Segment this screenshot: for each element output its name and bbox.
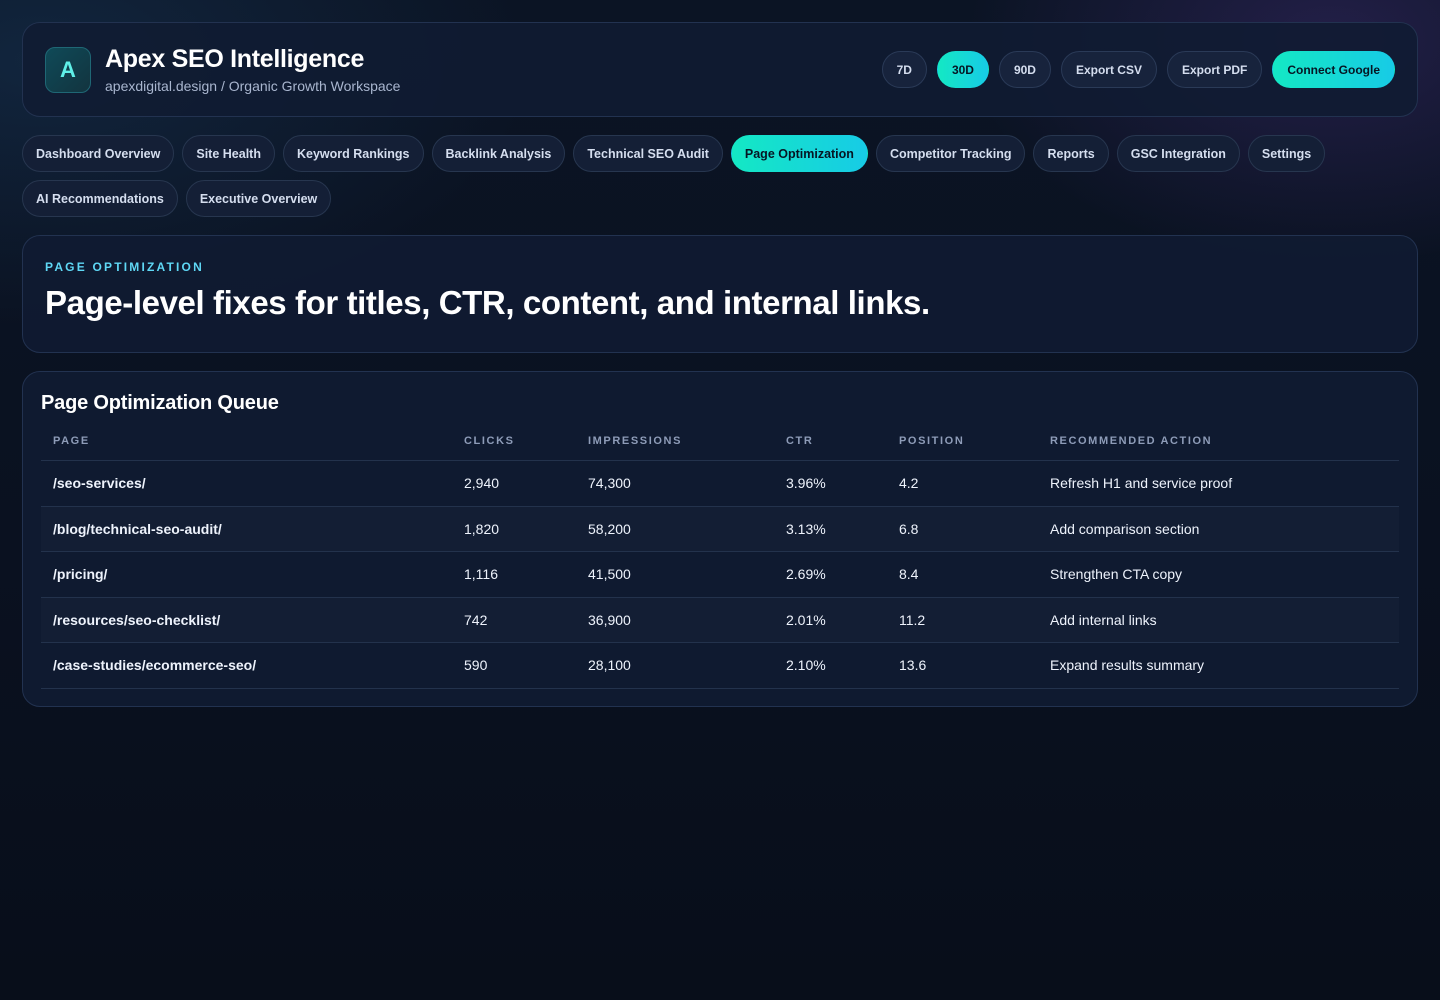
cell-page: /seo-services/: [41, 460, 452, 507]
table-row[interactable]: /blog/technical-seo-audit/ 1,820 58,200 …: [41, 506, 1399, 552]
workspace-subtitle: apexdigital.design / Organic Growth Work…: [105, 78, 401, 94]
tab-backlink-analysis[interactable]: Backlink Analysis: [431, 135, 566, 172]
optimization-queue-panel: Page Optimization Queue PAGE CLICKS IMPR…: [22, 371, 1418, 707]
app-header: A Apex SEO Intelligence apexdigital.desi…: [22, 22, 1418, 117]
optimization-table: PAGE CLICKS IMPRESSIONS CTR POSITION REC…: [41, 425, 1399, 689]
table-header-row: PAGE CLICKS IMPRESSIONS CTR POSITION REC…: [41, 425, 1399, 461]
header-toolbar: 7D 30D 90D Export CSV Export PDF Connect…: [881, 51, 1395, 88]
cell-clicks: 1,820: [452, 506, 576, 552]
cell-ctr: 2.10%: [774, 642, 887, 689]
range-30d-button[interactable]: 30D: [936, 51, 989, 88]
main-nav: Dashboard Overview Site Health Keyword R…: [22, 135, 1418, 217]
logo-letter: A: [60, 56, 76, 82]
column-header-ctr[interactable]: CTR: [774, 425, 887, 461]
cell-action: Add internal links: [1038, 597, 1399, 643]
cell-impressions: 58,200: [576, 506, 774, 552]
tab-page-optimization[interactable]: Page Optimization: [730, 135, 868, 172]
cell-position: 13.6: [887, 642, 1038, 689]
cell-page: /case-studies/ecommerce-seo/: [41, 642, 452, 689]
cell-action: Expand results summary: [1038, 642, 1399, 689]
cell-clicks: 1,116: [452, 551, 576, 598]
table-row[interactable]: /pricing/ 1,116 41,500 2.69% 8.4 Strengt…: [41, 551, 1399, 598]
table-row[interactable]: /case-studies/ecommerce-seo/ 590 28,100 …: [41, 642, 1399, 689]
tab-technical-seo-audit[interactable]: Technical SEO Audit: [573, 135, 723, 172]
column-header-recommended-action[interactable]: RECOMMENDED ACTION: [1038, 425, 1399, 461]
cell-impressions: 36,900: [576, 597, 774, 643]
export-csv-button[interactable]: Export CSV: [1060, 51, 1157, 88]
cell-action: Add comparison section: [1038, 506, 1399, 552]
tab-keyword-rankings[interactable]: Keyword Rankings: [282, 135, 424, 172]
connect-google-button[interactable]: Connect Google: [1272, 51, 1395, 88]
cell-page: /blog/technical-seo-audit/: [41, 506, 452, 552]
tab-site-health[interactable]: Site Health: [182, 135, 275, 172]
cell-position: 4.2: [887, 460, 1038, 507]
export-pdf-button[interactable]: Export PDF: [1166, 51, 1263, 88]
cell-position: 11.2: [887, 597, 1038, 643]
cell-clicks: 742: [452, 597, 576, 643]
cell-position: 8.4: [887, 551, 1038, 598]
cell-page: /pricing/: [41, 551, 452, 598]
tab-settings[interactable]: Settings: [1247, 135, 1326, 172]
cell-position: 6.8: [887, 506, 1038, 552]
cell-page: /resources/seo-checklist/: [41, 597, 452, 643]
cell-action: Refresh H1 and service proof: [1038, 460, 1399, 507]
table-row[interactable]: /resources/seo-checklist/ 742 36,900 2.0…: [41, 597, 1399, 643]
tab-ai-recommendations[interactable]: AI Recommendations: [22, 180, 178, 217]
column-header-impressions[interactable]: IMPRESSIONS: [576, 425, 774, 461]
cell-clicks: 2,940: [452, 460, 576, 507]
brand: Apex SEO Intelligence apexdigital.design…: [105, 45, 400, 94]
column-header-page[interactable]: PAGE: [41, 425, 452, 461]
tab-executive-overview[interactable]: Executive Overview: [185, 180, 332, 217]
column-header-position[interactable]: POSITION: [887, 425, 1038, 461]
page-title: Page-level fixes for titles, CTR, conten…: [45, 284, 930, 321]
tab-gsc-integration[interactable]: GSC Integration: [1116, 135, 1240, 172]
section-eyebrow: PAGE OPTIMIZATION: [45, 260, 204, 274]
cell-ctr: 2.69%: [774, 551, 887, 598]
cell-ctr: 2.01%: [774, 597, 887, 643]
cell-ctr: 3.13%: [774, 506, 887, 552]
app-title: Apex SEO Intelligence: [105, 45, 365, 73]
tab-competitor-tracking[interactable]: Competitor Tracking: [875, 135, 1026, 172]
cell-ctr: 3.96%: [774, 460, 887, 507]
cell-impressions: 41,500: [576, 551, 774, 598]
cell-action: Strengthen CTA copy: [1038, 551, 1399, 598]
range-90d-button[interactable]: 90D: [998, 51, 1051, 88]
column-header-clicks[interactable]: CLICKS: [452, 425, 576, 461]
tab-reports[interactable]: Reports: [1033, 135, 1109, 172]
queue-title: Page Optimization Queue: [41, 392, 279, 414]
page-hero: PAGE OPTIMIZATION Page-level fixes for t…: [22, 235, 1418, 353]
cell-clicks: 590: [452, 642, 576, 689]
range-7d-button[interactable]: 7D: [881, 51, 927, 88]
tab-dashboard-overview[interactable]: Dashboard Overview: [22, 135, 175, 172]
cell-impressions: 28,100: [576, 642, 774, 689]
table-row[interactable]: /seo-services/ 2,940 74,300 3.96% 4.2 Re…: [41, 460, 1399, 507]
app-logo: A: [45, 46, 91, 93]
cell-impressions: 74,300: [576, 460, 774, 507]
